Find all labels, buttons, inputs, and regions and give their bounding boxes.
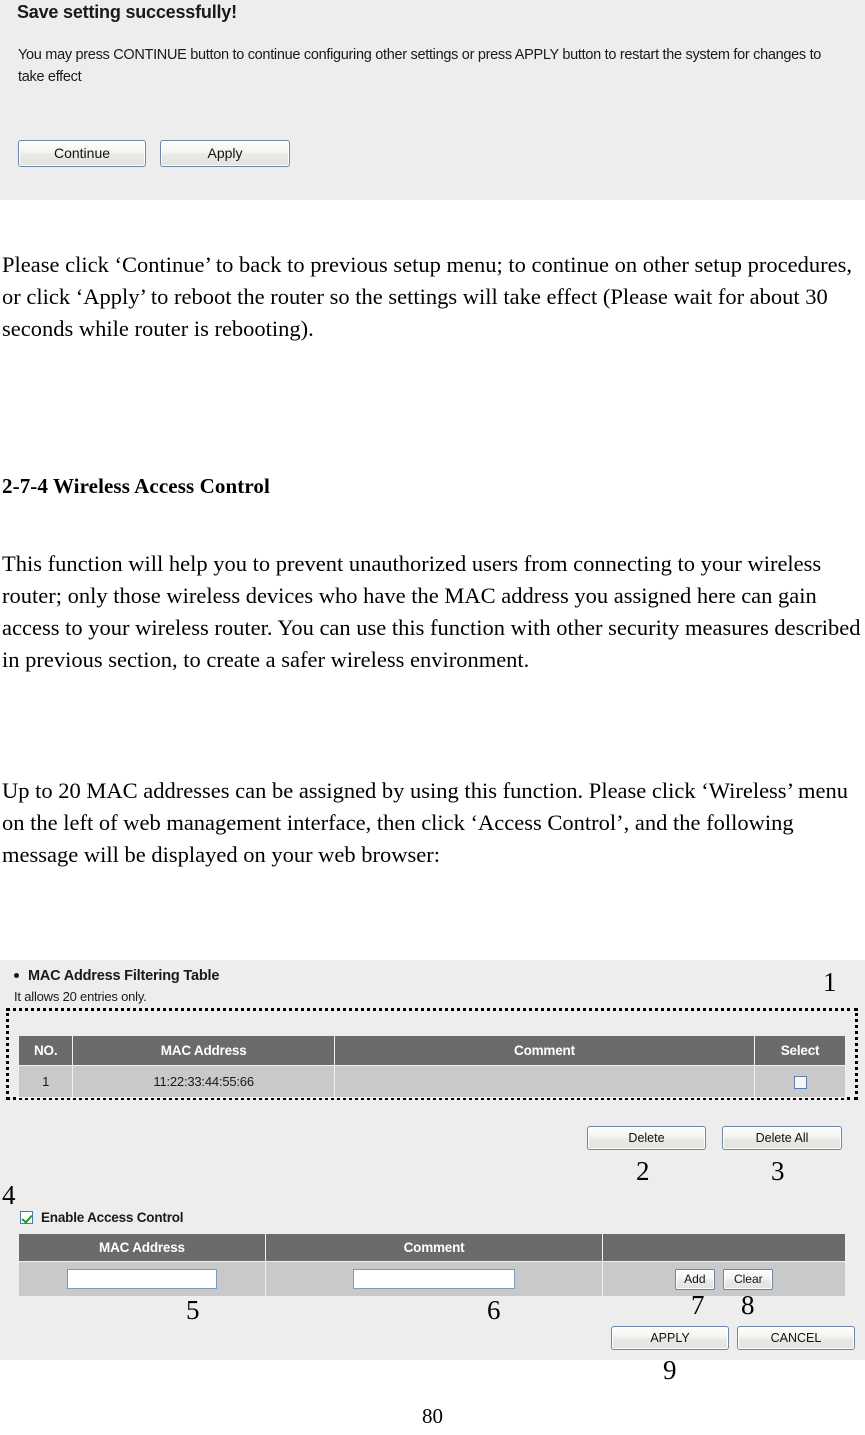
access-control-panel: MAC Address Filtering Table It allows 20… xyxy=(0,960,865,1360)
mac-filtering-table-note: It allows 20 entries only. xyxy=(14,989,147,1004)
enable-access-control-label: Enable Access Control xyxy=(41,1210,184,1225)
add-column-header-mac: MAC Address xyxy=(18,1233,266,1262)
add-table-header-row: MAC Address Comment xyxy=(18,1233,846,1262)
cell-comment xyxy=(333,1065,756,1098)
add-table-row: Add Clear xyxy=(18,1261,846,1297)
comment-input[interactable] xyxy=(353,1269,516,1289)
column-header-mac: MAC Address xyxy=(72,1035,335,1066)
enable-access-control-row[interactable]: Enable Access Control xyxy=(20,1210,184,1225)
bullet-icon xyxy=(14,972,19,978)
column-header-comment: Comment xyxy=(333,1035,756,1066)
section-heading-2-7-4: 2-7-4 Wireless Access Control xyxy=(2,474,270,498)
page-number: 80 xyxy=(422,1404,443,1428)
add-button[interactable]: Add xyxy=(674,1268,715,1290)
add-cell-actions: Add Clear xyxy=(602,1261,846,1297)
mac-filtering-table: NO. MAC Address Comment Select 1 11:22:3… xyxy=(17,1035,846,1098)
cancel-button[interactable]: CANCEL xyxy=(737,1326,855,1350)
add-column-header-actions xyxy=(602,1233,846,1262)
callout-number-4: 4 xyxy=(2,1180,16,1210)
paragraph-continue-apply: Please click ‘Continue’ to back to previ… xyxy=(2,252,852,341)
add-cell-mac xyxy=(18,1261,266,1297)
table-header-row: NO. MAC Address Comment Select xyxy=(17,1035,846,1066)
clear-button[interactable]: Clear xyxy=(723,1268,774,1290)
save-setting-title: Save setting successfully! xyxy=(17,2,237,22)
cell-mac: 11:22:33:44:55:66 xyxy=(72,1065,335,1098)
delete-all-button[interactable]: Delete All xyxy=(722,1126,842,1150)
select-row-checkbox[interactable] xyxy=(793,1076,807,1090)
cell-no: 1 xyxy=(17,1065,74,1098)
mac-address-input[interactable] xyxy=(66,1269,217,1289)
column-header-select: Select xyxy=(754,1035,846,1066)
callout-number-5: 5 xyxy=(186,1295,200,1325)
table-row: 1 11:22:33:44:55:66 xyxy=(17,1065,846,1098)
callout-number-8: 8 xyxy=(741,1290,755,1320)
save-setting-message: You may press CONTINUE button to continu… xyxy=(18,47,822,85)
enable-access-control-checkbox[interactable] xyxy=(20,1211,33,1224)
save-setting-panel: Save setting successfully! You may press… xyxy=(0,0,865,200)
mac-filtering-table-title: MAC Address Filtering Table xyxy=(14,968,219,984)
column-header-no: NO. xyxy=(17,1035,74,1066)
callout-number-3: 3 xyxy=(771,1156,785,1186)
callout-number-7: 7 xyxy=(691,1290,705,1320)
add-column-header-comment: Comment xyxy=(264,1233,604,1262)
callout-number-6: 6 xyxy=(487,1295,501,1325)
delete-button[interactable]: Delete xyxy=(587,1126,706,1150)
add-entry-table: MAC Address Comment Add Clear xyxy=(18,1233,846,1297)
callout-number-1: 1 xyxy=(823,967,837,997)
paragraph-function-description: This function will help you to prevent u… xyxy=(2,551,861,672)
add-cell-comment xyxy=(264,1261,604,1297)
callout-number-9: 9 xyxy=(663,1355,677,1385)
callout-number-2: 2 xyxy=(636,1156,650,1186)
cell-select xyxy=(754,1065,846,1098)
paragraph-mac-limit: Up to 20 MAC addresses can be assigned b… xyxy=(2,778,849,867)
continue-button[interactable]: Continue xyxy=(18,140,146,167)
apply-button-bottom[interactable]: APPLY xyxy=(611,1326,729,1350)
apply-button-top[interactable]: Apply xyxy=(160,140,290,167)
mac-filtering-table-title-text: MAC Address Filtering Table xyxy=(28,968,220,984)
